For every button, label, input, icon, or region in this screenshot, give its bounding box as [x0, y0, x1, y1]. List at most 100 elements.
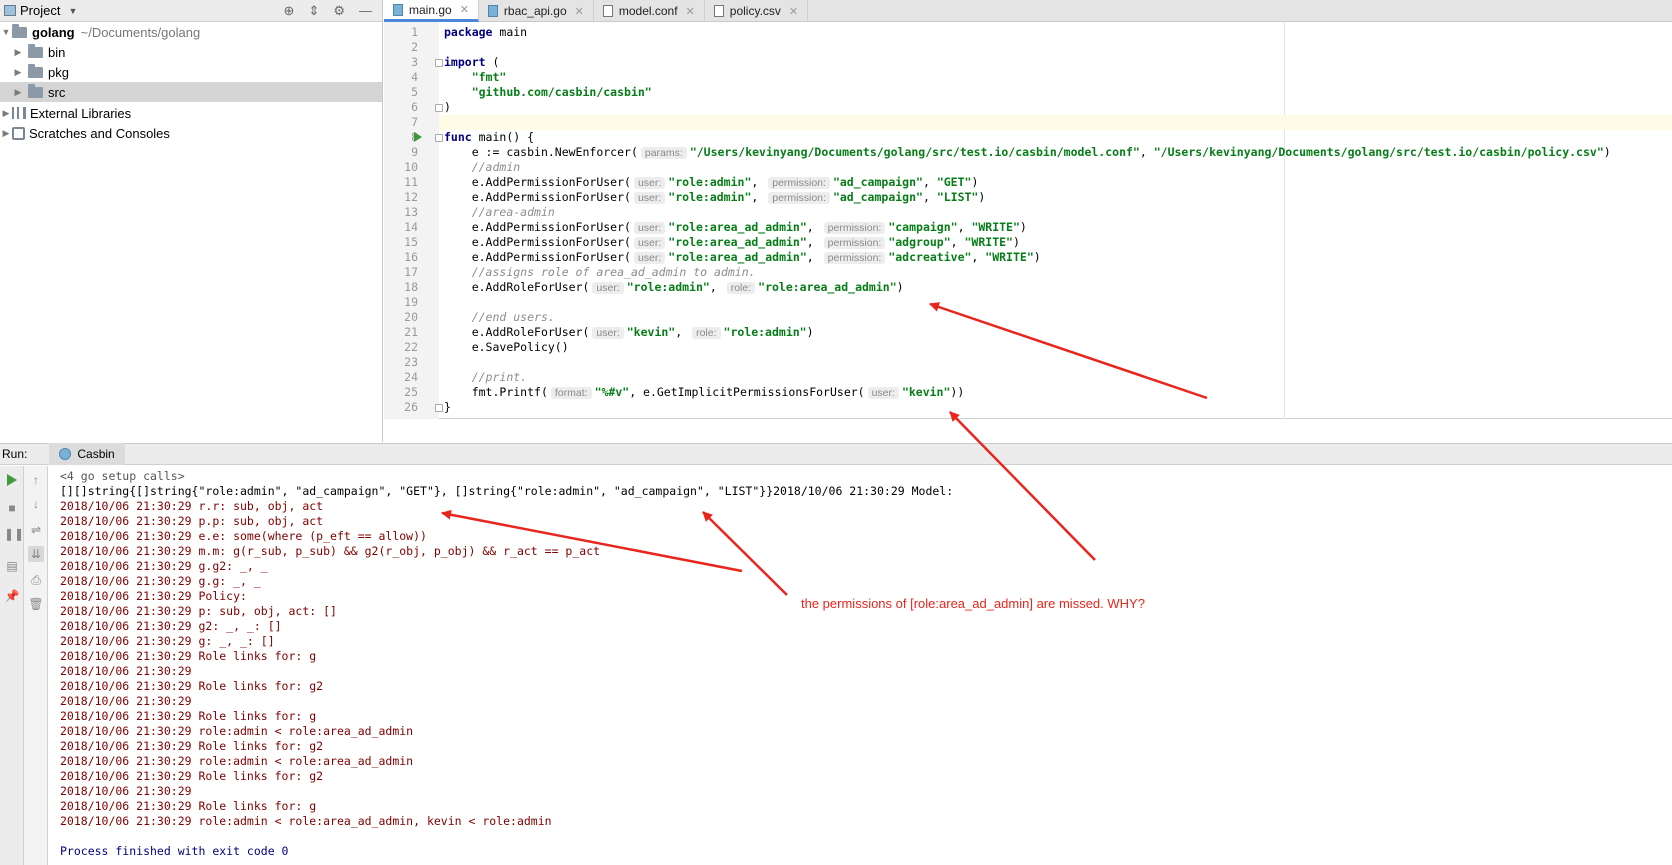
run-gutter-icon[interactable] — [414, 132, 422, 142]
run-label: Run: — [2, 447, 28, 461]
code-line: e.AddPermissionForUser(user: "role:admin"… — [471, 175, 979, 189]
close-icon[interactable]: ✕ — [575, 5, 584, 18]
console-line: 2018/10/06 21:30:29 role:admin < role:ar… — [60, 724, 414, 738]
close-icon[interactable]: ✕ — [460, 3, 469, 16]
project-view-icon — [4, 5, 16, 16]
line-number: 6 — [411, 100, 418, 114]
project-panel: Project ▼ ⊕ ⇕ ⚙ — ▼ golang ~/Documents/g… — [0, 0, 383, 442]
gear-icon[interactable]: ⚙ — [333, 3, 345, 19]
pause-icon[interactable]: ❚❚ — [4, 526, 24, 542]
soft-wrap-icon[interactable]: ⇌ — [28, 522, 44, 538]
tree-item-label: Scratches and Consoles — [29, 125, 170, 141]
tab-model-conf[interactable]: model.conf ✕ — [594, 0, 705, 22]
tab-main-go[interactable]: main.go ✕ — [384, 0, 479, 22]
console-line: 2018/10/06 21:30:29 g2: _, _: [] — [60, 619, 282, 633]
trash-icon[interactable]: 🗑 — [28, 596, 44, 612]
tree-item-pkg[interactable]: ▶ pkg — [0, 62, 382, 82]
line-number: 2 — [411, 40, 418, 54]
code-line: e.AddRoleForUser(user: "role:admin", role… — [471, 280, 904, 294]
tree-item-label: src — [48, 84, 66, 100]
tree-item-label: golang — [32, 24, 75, 40]
run-tab-casbin[interactable]: Casbin — [49, 443, 125, 465]
line-number: 3 — [411, 55, 418, 69]
line-number: 8 — [411, 130, 418, 144]
line-number: 22 — [404, 340, 418, 354]
console-line: 2018/10/06 21:30:29 Role links for: g — [60, 649, 317, 663]
line-number: 26 — [404, 400, 418, 414]
console-line: 2018/10/06 21:30:29 — [60, 694, 192, 708]
scroll-down-icon[interactable]: ↓ — [28, 496, 44, 512]
go-file-icon — [393, 3, 403, 16]
console-line: 2018/10/06 21:30:29 p.p: sub, obj, act — [60, 514, 324, 528]
fold-marker-icon[interactable] — [435, 104, 443, 112]
go-file-icon — [487, 5, 498, 17]
collapsed-arrow-icon[interactable]: ▶ — [12, 67, 24, 78]
tree-item-scratches[interactable]: ▶ Scratches and Consoles — [0, 123, 382, 143]
console-line: 2018/10/06 21:30:29 Role links for: g2 — [60, 739, 324, 753]
collapse-all-icon[interactable]: ⇕ — [308, 3, 319, 19]
collapsed-arrow-icon[interactable]: ▶ — [12, 87, 24, 98]
stop-icon[interactable]: ■ — [4, 500, 20, 516]
code-line: func main() { — [444, 130, 535, 144]
layout-icon[interactable]: ▤ — [4, 558, 20, 574]
pin-icon[interactable]: 📌 — [4, 588, 20, 604]
console-line: 2018/10/06 21:30:29 Policy: — [60, 589, 247, 603]
code-line: //area-admin — [471, 205, 555, 219]
annotation-note: the permissions of [role:area_ad_admin] … — [801, 596, 1145, 611]
editor-tab-bar: main.go ✕ rbac_api.go ✕ model.conf ✕ pol… — [384, 0, 1672, 22]
console-line: 2018/10/06 21:30:29 Role links for: g2 — [60, 769, 324, 783]
fold-marker-icon[interactable] — [435, 59, 443, 67]
line-number: 13 — [404, 205, 418, 219]
tree-item-golang[interactable]: ▼ golang ~/Documents/golang — [0, 22, 382, 42]
fold-marker-icon[interactable] — [435, 134, 443, 142]
hide-icon[interactable]: — — [359, 3, 372, 18]
scroll-to-end-icon[interactable]: ⇊ — [28, 546, 44, 562]
collapsed-arrow-icon[interactable]: ▶ — [0, 128, 12, 139]
line-number: 15 — [404, 235, 418, 249]
project-title[interactable]: Project — [20, 3, 60, 18]
code-line: //assigns role of area_ad_admin to admin… — [471, 265, 756, 279]
close-icon[interactable]: ✕ — [789, 5, 798, 18]
run-console-output[interactable]: <4 go setup calls> [][]string{[]string{"… — [48, 466, 1672, 865]
line-number: 10 — [404, 160, 418, 174]
print-icon[interactable]: ⎙ — [28, 572, 44, 588]
tab-policy-csv[interactable]: policy.csv ✕ — [705, 0, 809, 22]
close-icon[interactable]: ✕ — [686, 5, 695, 18]
tree-item-src[interactable]: ▶ src — [0, 82, 382, 102]
text-file-icon — [602, 5, 613, 17]
project-dropdown-icon[interactable]: ▼ — [68, 6, 77, 16]
line-number: 25 — [404, 385, 418, 399]
tree-item-bin[interactable]: ▶ bin — [0, 42, 382, 62]
line-number: 5 — [411, 85, 418, 99]
line-number: 1 — [411, 25, 418, 39]
code-line: fmt.Printf(format: "%#v", e.GetImplicitPe… — [471, 385, 965, 399]
scroll-up-icon[interactable]: ↑ — [28, 472, 44, 488]
line-number: 16 — [404, 250, 418, 264]
tree-item-path: ~/Documents/golang — [80, 24, 201, 40]
console-line: 2018/10/06 21:30:29 m.m: g(r_sub, p_sub)… — [60, 544, 601, 558]
console-line: 2018/10/06 21:30:29 r.r: sub, obj, act — [60, 499, 324, 513]
run-toolbar-right: ↑ ↓ ⇌ ⇊ ⎙ 🗑 — [24, 466, 48, 865]
expanded-arrow-icon[interactable]: ▼ — [0, 27, 12, 37]
run-panel-header: Run: Casbin — [0, 443, 1672, 465]
code-line: e.SavePolicy() — [471, 340, 569, 354]
tree-item-external-libraries[interactable]: ▶ External Libraries — [0, 103, 382, 123]
console-line: 2018/10/06 21:30:29 Role links for: g — [60, 799, 317, 813]
collapsed-arrow-icon[interactable]: ▶ — [0, 108, 12, 119]
line-number: 18 — [404, 280, 418, 294]
current-line-highlight — [439, 115, 1672, 130]
code-editor[interactable]: 1 2 3 4 5 6 7 8 9 10 11 12 13 14 15 16 1… — [384, 22, 1672, 419]
fold-marker-icon[interactable] — [435, 404, 443, 412]
tab-rbac-api-go[interactable]: rbac_api.go ✕ — [479, 0, 594, 22]
locate-icon[interactable]: ⊕ — [284, 3, 295, 19]
code-line: e.AddRoleForUser(user: "kevin", role: "rol… — [471, 325, 814, 339]
code-line: "fmt" — [471, 70, 507, 84]
run-tab-label: Casbin — [77, 447, 115, 461]
code-line: //admin — [471, 160, 521, 174]
console-line: 2018/10/06 21:30:29 e.e: some(where (p_e… — [60, 529, 427, 543]
code-line: e.AddPermissionForUser(user: "role:admin"… — [471, 190, 986, 204]
line-number: 4 — [411, 70, 418, 84]
collapsed-arrow-icon[interactable]: ▶ — [12, 47, 24, 58]
line-number: 20 — [404, 310, 418, 324]
rerun-icon[interactable] — [4, 472, 20, 488]
